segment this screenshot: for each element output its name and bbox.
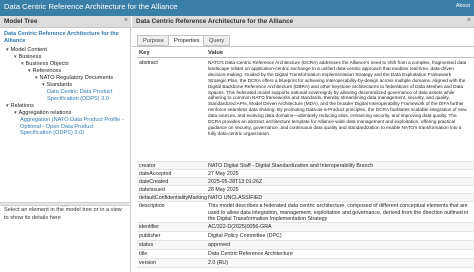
chevron-down-icon[interactable]: ▼ <box>5 103 10 108</box>
model-tree-header: Model Tree × <box>0 16 131 28</box>
tree-node-model-content[interactable]: ▼Model Content <box>5 47 47 54</box>
table-row[interactable]: abstract NATO's Data Centric Reference A… <box>137 59 474 162</box>
table-row[interactable]: description This model describes a feder… <box>137 202 474 223</box>
pane-splitter[interactable]: • • • <box>0 202 131 208</box>
tab-purpose[interactable]: Purpose <box>137 35 170 46</box>
property-key: title <box>139 251 148 257</box>
chevron-down-icon[interactable]: ▼ <box>13 54 18 59</box>
about-link[interactable]: About <box>456 3 470 9</box>
property-value: 2025-05-28T13:01:26Z <box>208 179 263 185</box>
table-row[interactable]: publisher Digital Policy Committee (DPC) <box>137 232 474 241</box>
tree-node-label: Business <box>18 54 42 60</box>
table-row[interactable]: dateAccepted 27 May 2025 <box>137 170 474 178</box>
property-key: description <box>139 203 165 209</box>
property-key: version <box>139 260 157 266</box>
property-key: publisher <box>139 233 161 239</box>
close-icon[interactable]: × <box>124 17 128 24</box>
table-row[interactable]: version 2.0 (RU) <box>137 259 474 268</box>
selection-hint: Select an element in the model tree or i… <box>4 207 122 221</box>
chevron-down-icon[interactable]: ▼ <box>34 75 39 80</box>
tree-node-relations[interactable]: ▼Relations <box>5 103 34 110</box>
tree-leaf-standard[interactable]: Data Centric Data Product Specification … <box>47 89 125 102</box>
tree-node-label: Model Content <box>10 47 47 53</box>
chevron-down-icon[interactable]: ▼ <box>20 61 25 66</box>
chevron-down-icon[interactable]: ▼ <box>27 68 32 73</box>
app-title: Data Centric Reference Architecture for … <box>4 2 178 11</box>
tree-node-label: References <box>32 68 62 74</box>
table-row[interactable]: identifier AC/322-D(2025)0056-GRA <box>137 223 474 232</box>
property-key: defaultConfidentialityMarking <box>139 195 208 201</box>
chevron-down-icon[interactable]: ▼ <box>5 47 10 52</box>
property-value: NATO's Data Centric Reference Architectu… <box>208 60 467 136</box>
model-tree-title: Model Tree <box>4 18 38 25</box>
tree-node-business-objects[interactable]: ▼Business Objects <box>20 61 69 68</box>
tree-root-model[interactable]: Data Centric Reference Architecture for … <box>4 31 128 44</box>
tree-node-standards[interactable]: ▼Standards <box>41 82 72 89</box>
property-value: NATO UNCLASSIFIED <box>208 195 263 201</box>
property-key: identifier <box>139 224 160 230</box>
property-value: 2.0 (RU) <box>208 260 229 266</box>
property-key: dateAccepted <box>139 171 172 177</box>
close-icon[interactable]: × <box>467 17 471 24</box>
table-row[interactable]: status approved <box>137 241 474 250</box>
property-value: Data Centric Reference Architecture <box>208 251 293 257</box>
tree-node-references[interactable]: ▼References <box>27 68 61 75</box>
model-tree: Data Centric Reference Architecture for … <box>0 28 131 195</box>
tree-node-label: Aggregation relations <box>18 110 72 116</box>
tab-divider <box>132 46 474 47</box>
table-row[interactable]: dateIssued 28 May 2025 <box>137 186 474 194</box>
details-pane: Data Centric Reference Architecture for … <box>132 16 474 272</box>
property-key: status <box>139 242 154 248</box>
tree-node-aggregation[interactable]: ▼Aggregation relations <box>13 110 71 117</box>
app-title-bar: Data Centric Reference Architecture for … <box>0 0 474 16</box>
property-value: approved <box>208 242 231 248</box>
tree-leaf-label: Data Centric Data Product Specification … <box>47 89 113 102</box>
property-key: dateCreated <box>139 179 169 185</box>
property-value: NATO Digital Staff - Digital Standardiza… <box>208 163 374 169</box>
table-row[interactable]: title Data Centric Reference Architectur… <box>137 250 474 259</box>
tree-node-label: Relations <box>10 103 34 109</box>
column-value[interactable]: Value <box>208 50 223 56</box>
model-tree-pane: Model Tree × Data Centric Reference Arch… <box>0 16 131 272</box>
property-value: AC/322-D(2025)0056-GRA <box>208 224 272 230</box>
property-value: This model describes a federated data ce… <box>208 203 469 223</box>
property-value: 27 May 2025 <box>208 171 239 177</box>
tree-node-label: NATO Regulatory Documents <box>39 75 114 81</box>
tree-node-label: Standards <box>46 82 73 88</box>
tree-root-label: Data Centric Reference Architecture for … <box>4 31 119 44</box>
property-key: dateIssued <box>139 187 165 193</box>
table-row[interactable]: creator NATO Digital Staff - Digital Sta… <box>137 162 474 170</box>
tree-leaf-aggregation[interactable]: Aggregation (NATO Data Product Profile -… <box>20 117 126 137</box>
properties-table-header: Key Value <box>137 48 474 58</box>
property-key: creator <box>139 163 156 169</box>
property-key: abstract <box>139 60 158 66</box>
tab-query[interactable]: Query <box>203 35 231 46</box>
tab-properties[interactable]: Properties <box>168 35 206 46</box>
details-title: Data Centric Reference Architecture for … <box>136 18 294 25</box>
table-row[interactable]: defaultConfidentialityMarking NATO UNCLA… <box>137 194 474 202</box>
tree-node-nato-reg-docs[interactable]: ▼NATO Regulatory Documents <box>34 75 113 82</box>
tree-node-business[interactable]: ▼Business <box>13 54 41 61</box>
column-key[interactable]: Key <box>139 50 150 56</box>
tree-leaf-label: Aggregation (NATO Data Product Profile -… <box>20 117 124 137</box>
property-value: 28 May 2025 <box>208 187 239 193</box>
table-row[interactable]: dateCreated 2025-05-28T13:01:26Z <box>137 178 474 186</box>
chevron-down-icon[interactable]: ▼ <box>13 110 18 115</box>
details-header: Data Centric Reference Architecture for … <box>132 16 474 28</box>
tree-node-label: Business Objects <box>25 61 69 67</box>
chevron-down-icon[interactable]: ▼ <box>41 82 46 87</box>
property-value: Digital Policy Committee (DPC) <box>208 233 282 239</box>
